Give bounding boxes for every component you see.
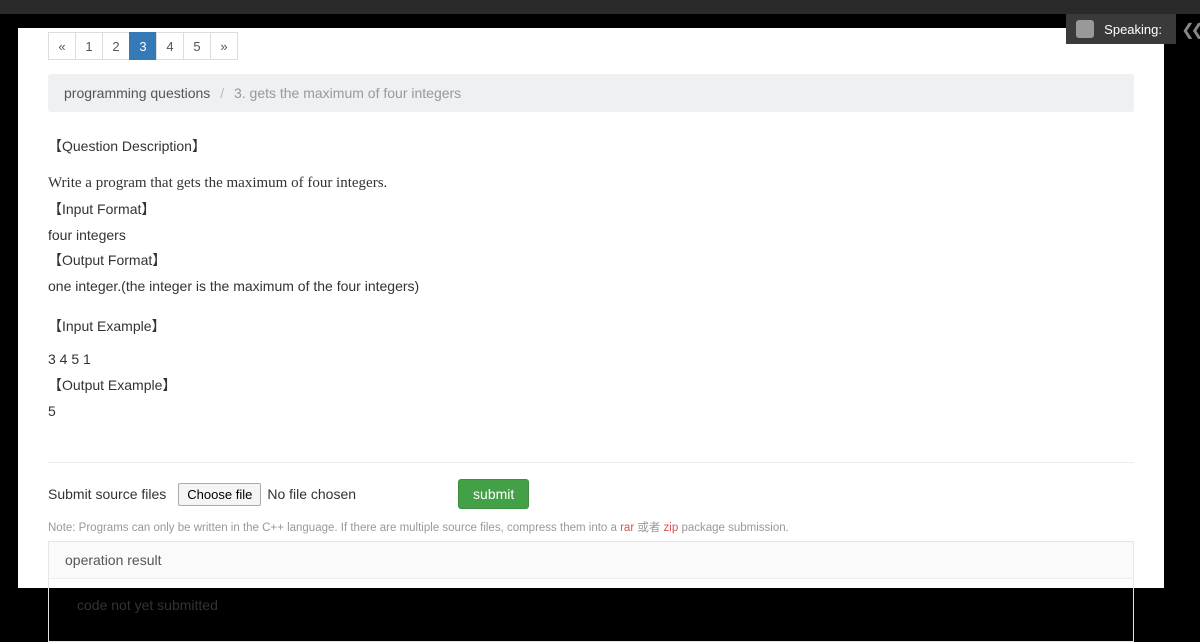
- note-prefix: Note: Programs can only be written in th…: [48, 522, 620, 534]
- submit-row: Submit source files Choose file No file …: [18, 479, 1164, 509]
- note-text: Note: Programs can only be written in th…: [18, 509, 1164, 541]
- output-format-header: 【Output Format】: [48, 250, 1134, 272]
- note-code-zip: zip: [664, 522, 679, 534]
- choose-file-button[interactable]: Choose file: [178, 483, 261, 506]
- breadcrumb: programming questions / 3. gets the maxi…: [48, 74, 1134, 112]
- note-code-rar: rar: [620, 522, 634, 534]
- output-example-body: 5: [48, 401, 1134, 423]
- page-next-button[interactable]: »: [210, 32, 238, 60]
- divider: [48, 462, 1134, 463]
- speaking-widget: Speaking:: [1066, 14, 1176, 44]
- page-1-button[interactable]: 1: [75, 32, 103, 60]
- breadcrumb-separator: /: [220, 85, 224, 101]
- page-prev-button[interactable]: «: [48, 32, 76, 60]
- input-format-body: four integers: [48, 225, 1134, 247]
- breadcrumb-root[interactable]: programming questions: [64, 85, 210, 101]
- output-example-header: 【Output Example】: [48, 375, 1134, 397]
- operation-result-body: code not yet submitted: [48, 578, 1134, 642]
- problem-statement: Write a program that gets the maximum of…: [48, 172, 1134, 195]
- input-example-header: 【Input Example】: [48, 316, 1134, 338]
- note-suffix: package submission.: [678, 522, 789, 534]
- output-format-body: one integer.(the integer is the maximum …: [48, 276, 1134, 298]
- submit-label: Submit source files: [48, 486, 166, 502]
- question-description-header: 【Question Description】: [48, 136, 1134, 158]
- operation-result-header: operation result: [48, 541, 1134, 578]
- note-mid: 或者: [634, 522, 663, 534]
- question-body: 【Question Description】 Write a program t…: [18, 112, 1164, 422]
- avatar-icon: [1076, 20, 1094, 38]
- page-4-button[interactable]: 4: [156, 32, 184, 60]
- no-file-chosen-text: No file chosen: [267, 486, 356, 502]
- chevron-icons: ❮❮: [1181, 20, 1200, 40]
- pagination: « 1 2 3 4 5 »: [18, 28, 1164, 64]
- page-3-button[interactable]: 3: [129, 32, 157, 60]
- breadcrumb-current: 3. gets the maximum of four integers: [234, 85, 461, 101]
- submit-button[interactable]: submit: [458, 479, 529, 509]
- page-2-button[interactable]: 2: [102, 32, 130, 60]
- speaking-label: Speaking:: [1104, 22, 1162, 37]
- main-content: « 1 2 3 4 5 » programming questions / 3.…: [18, 28, 1164, 588]
- window-top-bar: [0, 0, 1200, 14]
- input-example-body: 3 4 5 1: [48, 349, 1134, 371]
- input-format-header: 【Input Format】: [48, 199, 1134, 221]
- page-5-button[interactable]: 5: [183, 32, 211, 60]
